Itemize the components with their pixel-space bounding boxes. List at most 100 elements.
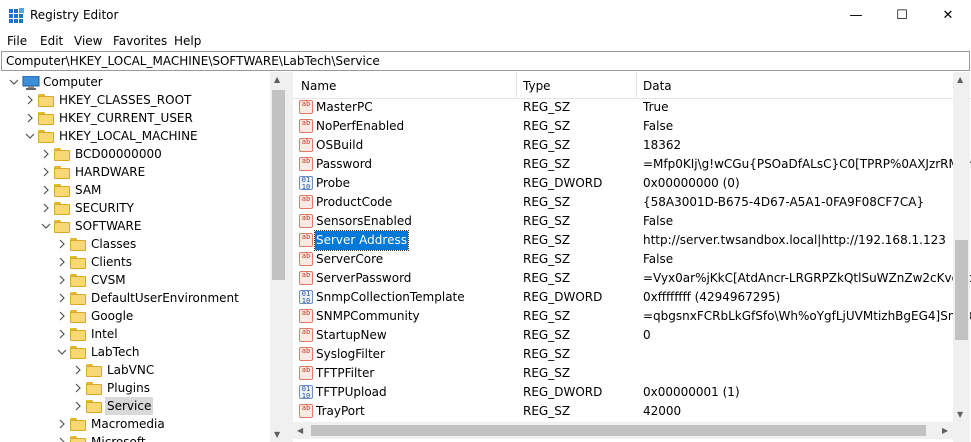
value-name[interactable]: SnmpCollectionTemplate (315, 288, 466, 307)
chevron-right-icon[interactable] (40, 199, 52, 217)
value-row[interactable]: ab ServerPassword REG_SZ =Vyx0ar%jKkC[AtdAn… (293, 269, 971, 288)
chevron-right-icon[interactable] (40, 181, 52, 199)
chevron-right-icon[interactable] (56, 325, 68, 343)
tree-item-label[interactable]: LabTech (89, 343, 142, 361)
chevron-right-icon[interactable] (56, 253, 68, 271)
menu-file[interactable]: File (7, 34, 27, 48)
value-name[interactable]: SNMPCommunity (315, 307, 421, 326)
list-scroll-thumb[interactable] (955, 240, 968, 340)
tree-item-label[interactable]: Classes (89, 235, 138, 253)
key-tree[interactable]: Computer HKEY_CLASSES_ROOT HKEY_CURRENT_US… (0, 72, 286, 442)
tree-item-label[interactable]: BCD00000000 (73, 145, 164, 163)
tree-item-label[interactable]: Computer (41, 73, 105, 91)
column-divider[interactable] (516, 72, 517, 99)
value-name[interactable]: Server Address (314, 230, 409, 251)
value-row[interactable]: ab ProductCode REG_SZ {58A3001D-B675-4D67-A… (293, 193, 943, 212)
tree-item-label[interactable]: SOFTWARE (73, 217, 143, 235)
tree-item-label[interactable]: SAM (73, 181, 103, 199)
column-divider[interactable] (636, 72, 637, 99)
menu-view[interactable]: View (74, 34, 102, 48)
minimize-button[interactable]: — (833, 0, 879, 31)
value-row[interactable]: ab TFTPFilter REG_SZ (293, 364, 943, 383)
chevron-right-icon[interactable] (72, 379, 84, 397)
value-row[interactable]: 01 10 SnmpCollectionTemplate REG_DWORD 0xfff… (293, 288, 943, 307)
value-name[interactable]: TrayPort (315, 402, 366, 421)
column-header-name[interactable]: Name (301, 79, 336, 93)
value-name[interactable]: MasterPC (315, 98, 374, 117)
chevron-down-icon[interactable] (8, 73, 20, 91)
chevron-right-icon[interactable] (56, 307, 68, 325)
menu-favorites[interactable]: Favorites (113, 34, 167, 48)
chevron-right-icon[interactable] (56, 271, 68, 289)
tree-item-label[interactable]: Microsoft (89, 433, 148, 442)
value-row[interactable]: ab MasterPC REG_SZ True (293, 98, 943, 117)
tree-item-label[interactable]: Clients (89, 253, 134, 271)
value-row[interactable]: ab StartupNew REG_SZ 0 (293, 326, 943, 345)
list-scroll-up-arrow-icon[interactable]: ▲ (957, 75, 963, 84)
chevron-right-icon[interactable] (72, 397, 84, 415)
chevron-down-icon[interactable] (24, 127, 36, 145)
value-row[interactable]: ab SensorsEnabled REG_SZ False (293, 212, 943, 231)
tree-item-label[interactable]: CVSM (89, 271, 128, 289)
tree-scroll-thumb[interactable] (272, 90, 285, 280)
value-row[interactable]: ab NoPerfEnabled REG_SZ False (293, 117, 943, 136)
value-row[interactable]: ab SyslogFilter REG_SZ (293, 345, 943, 364)
list-scroll-right-arrow-icon[interactable]: ▶ (942, 426, 948, 435)
value-row[interactable]: ab OSBuild REG_SZ 18362 (293, 136, 943, 155)
value-name[interactable]: OSBuild (315, 136, 364, 155)
menu-help[interactable]: Help (174, 34, 201, 48)
column-header-data[interactable]: Data (643, 79, 672, 93)
value-row[interactable]: ab Password REG_SZ =Mfp0KIj\g!wCGu{PSOaDfAL… (293, 155, 971, 174)
tree-item-label[interactable]: HKEY_CURRENT_USER (57, 109, 195, 127)
tree-item-label[interactable]: DefaultUserEnvironment (89, 289, 241, 307)
chevron-right-icon[interactable] (56, 415, 68, 433)
value-row[interactable]: ab ServerCore REG_SZ False (293, 250, 943, 269)
list-hscroll-thumb[interactable] (311, 425, 926, 436)
column-header-type[interactable]: Type (523, 79, 551, 93)
menu-edit[interactable]: Edit (40, 34, 63, 48)
value-name[interactable]: ProductCode (315, 193, 393, 212)
chevron-down-icon[interactable] (40, 217, 52, 235)
tree-scroll-up-arrow-icon[interactable]: ▲ (274, 75, 280, 84)
chevron-right-icon[interactable] (24, 91, 36, 109)
value-name[interactable]: Probe (315, 174, 351, 193)
chevron-right-icon[interactable] (40, 163, 52, 181)
value-row[interactable]: 01 10 Probe REG_DWORD 0x00000000 (0) (293, 174, 943, 193)
value-row[interactable]: ab Server Address REG_SZ http://server.twsa… (293, 230, 946, 251)
tree-item-label[interactable]: Intel (89, 325, 120, 343)
value-name[interactable]: SensorsEnabled (315, 212, 413, 231)
value-name[interactable]: StartupNew (315, 326, 388, 345)
value-name[interactable]: ServerPassword (315, 269, 412, 288)
tree-item-label[interactable]: HKEY_CLASSES_ROOT (57, 91, 193, 109)
tree-item-label[interactable]: Google (89, 307, 135, 325)
tree-item-label[interactable]: HARDWARE (73, 163, 147, 181)
tree-scroll-down-arrow-icon[interactable]: ▼ (274, 430, 280, 439)
value-name[interactable]: Password (315, 155, 373, 174)
chevron-right-icon[interactable] (56, 235, 68, 253)
list-scroll-left-arrow-icon[interactable]: ◀ (297, 426, 303, 435)
list-scroll-down-arrow-icon[interactable]: ▼ (957, 410, 963, 419)
tree-item-label[interactable]: Plugins (105, 379, 152, 397)
tree-item-label[interactable]: Service (105, 397, 154, 415)
chevron-right-icon[interactable] (40, 145, 52, 163)
tree-item-label[interactable]: SECURITY (73, 199, 136, 217)
value-row[interactable]: ab SNMPCommunity REG_SZ =qbgsnxFCRbLkGfSfo\… (293, 307, 971, 326)
chevron-right-icon[interactable] (56, 433, 68, 442)
value-name[interactable]: SyslogFilter (315, 345, 386, 364)
chevron-right-icon[interactable] (72, 361, 84, 379)
close-button[interactable]: ✕ (925, 0, 971, 31)
tree-item-label[interactable]: LabVNC (105, 361, 156, 379)
chevron-right-icon[interactable] (56, 289, 68, 307)
maximize-button[interactable]: ☐ (879, 0, 925, 31)
value-row[interactable]: 01 10 TFTPUpload REG_DWORD 0x00000001 (1) (293, 383, 943, 402)
tree-item-label[interactable]: HKEY_LOCAL_MACHINE (57, 127, 200, 145)
chevron-right-icon[interactable] (24, 109, 36, 127)
tree-item-label[interactable]: Macromedia (89, 415, 167, 433)
value-row[interactable]: ab TrayPort REG_SZ 42000 (293, 402, 943, 421)
address-bar[interactable]: Computer\HKEY_LOCAL_MACHINE\SOFTWARE\Lab… (1, 51, 970, 71)
chevron-down-icon[interactable] (56, 343, 68, 361)
value-name[interactable]: TFTPFilter (315, 364, 375, 383)
value-name[interactable]: ServerCore (315, 250, 384, 269)
value-name[interactable]: NoPerfEnabled (315, 117, 405, 136)
value-name[interactable]: TFTPUpload (315, 383, 388, 402)
